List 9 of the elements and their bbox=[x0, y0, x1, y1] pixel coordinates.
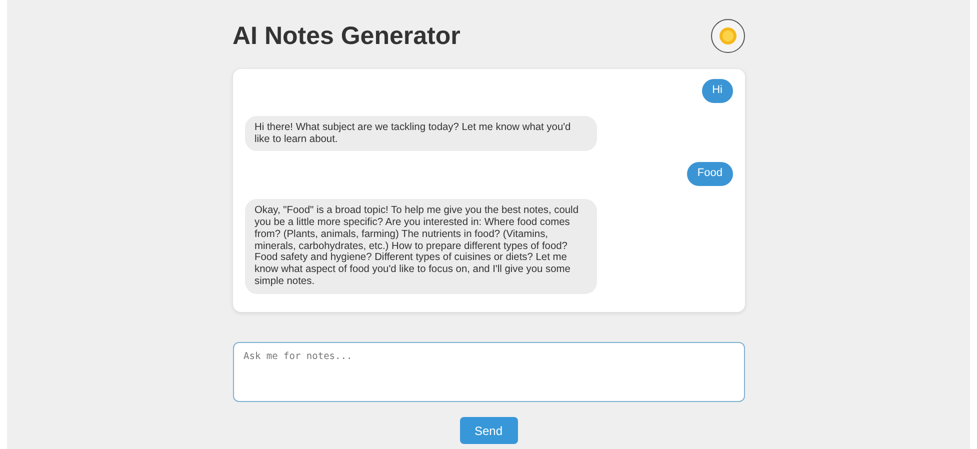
user-message: Food bbox=[687, 162, 732, 186]
bot-message: Okay, "Food" is a broad topic! To help me give you the best notes, could you be a little more specific? Are you interested in: Where food comes from? (Plants, animals, farming) The nutrients in food? (Vitamins, minerals, carbohydrates, etc.) How to prepare different types of food? Food safety and hygiene? Different types of cuisines or diets? Let me know what aspect of food you'd like to focus on, and I'll give you some simple notes. bbox=[244, 199, 596, 294]
bot-message: Hi there! What subject are we tackling today? Let me know what you'd like to learn about. bbox=[244, 116, 596, 152]
send-button[interactable]: Send bbox=[460, 417, 518, 444]
sun-icon bbox=[718, 27, 736, 45]
user-message: Hi bbox=[702, 79, 732, 103]
prompt-input[interactable]: Ask me for notes... bbox=[232, 342, 744, 402]
app-title: AI Notes Generator bbox=[232, 22, 460, 50]
theme-toggle-button[interactable] bbox=[710, 19, 744, 53]
